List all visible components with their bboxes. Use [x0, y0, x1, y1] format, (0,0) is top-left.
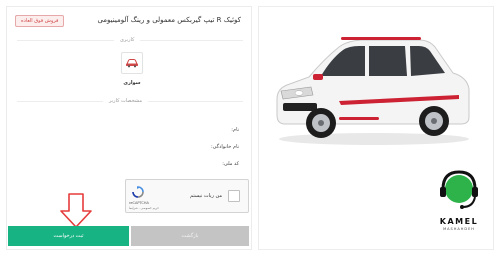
last-name-label: نام خانوادگی:	[210, 144, 239, 150]
car-image	[276, 37, 470, 145]
brand-name: KAMEL	[439, 217, 479, 226]
sale-badge: فروش فوق العاده	[15, 15, 65, 27]
recaptcha-label: من ربات نیستم	[190, 193, 222, 199]
product-title: کوئیک R تیپ گیربکس معمولی و رینگ آلومینی…	[97, 16, 241, 24]
order-form: کوئیک R تیپ گیربکس معمولی و رینگ آلومینی…	[6, 6, 252, 250]
recaptcha-brand: reCAPTCHA	[129, 201, 149, 205]
recaptcha-widget: من ربات نیستم reCAPTCHA حریم خصوصی - شرا…	[125, 179, 249, 213]
buyer-section-label: مشخصات کاربر	[103, 98, 148, 104]
usage-option-label: سواری	[123, 80, 141, 86]
usage-section-label: کاربری	[114, 37, 141, 43]
recaptcha-icon	[132, 186, 144, 198]
down-arrow-icon	[60, 193, 92, 228]
recaptcha-checkbox[interactable]	[228, 190, 240, 202]
brand-logo: KAMEL MASHAHDEH	[429, 167, 489, 231]
first-name-label: نام:	[231, 127, 239, 133]
headset-icon	[440, 170, 478, 209]
usage-option-passenger[interactable]	[121, 52, 143, 74]
brand-tagline: MASHAHDEH	[443, 227, 475, 231]
national-code-label: کد ملی:	[222, 161, 239, 167]
car-icon	[126, 59, 138, 68]
back-button[interactable]: بازگشت	[131, 226, 249, 246]
submit-button[interactable]: ثبت درخواست	[8, 226, 129, 246]
recaptcha-links[interactable]: حریم خصوصی - شرایط	[129, 206, 159, 210]
product-image-panel: KAMEL MASHAHDEH	[258, 6, 494, 250]
